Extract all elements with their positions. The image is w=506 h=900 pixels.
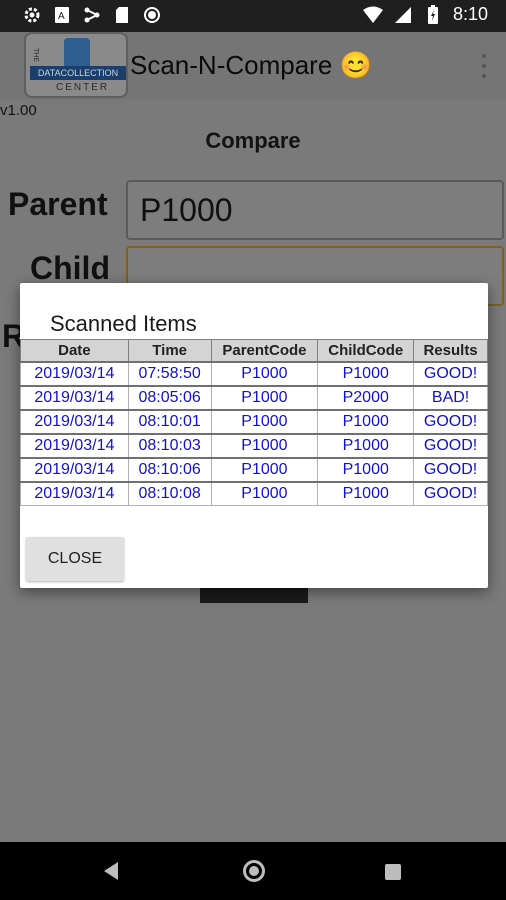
svg-text:A: A (58, 11, 65, 22)
column-header-parentcode: ParentCode (210, 339, 319, 362)
table-row: 2019/03/14 08:10:01 P1000 P1000 GOOD! (20, 408, 488, 434)
cell-childcode: P2000 (317, 384, 415, 410)
scanned-items-dialog: Scanned Items Date Time ParentCode Child… (20, 283, 488, 588)
cell-childcode: P1000 (317, 408, 415, 434)
logo-band-text: DATACOLLECTION (30, 66, 126, 80)
column-header-date: Date (20, 339, 129, 362)
cell-time: 07:58:50 (127, 360, 212, 386)
cell-result: GOOD! (413, 408, 488, 434)
cell-date: 2019/03/14 (20, 432, 129, 458)
table-header-row: Date Time ParentCode ChildCode Results (20, 339, 488, 362)
cell-result: GOOD! (413, 432, 488, 458)
wifi-icon (362, 5, 383, 25)
overflow-menu-icon[interactable] (480, 54, 488, 78)
cell-parentcode: P1000 (210, 408, 319, 434)
cell-time: 08:10:06 (127, 456, 212, 482)
cell-childcode: P1000 (317, 360, 415, 386)
dialog-title: Scanned Items (50, 311, 197, 336)
battery-icon (423, 4, 443, 25)
signal-icon (393, 5, 413, 25)
cell-childcode: P1000 (317, 480, 415, 506)
table-row: 2019/03/14 08:10:08 P1000 P1000 GOOD! (20, 480, 488, 506)
logo-bottom-text: CENTER (56, 82, 110, 93)
cell-parentcode: P1000 (210, 360, 319, 386)
app-bar: THE DATACOLLECTION CENTER Scan-N-Compare… (0, 32, 506, 100)
cell-parentcode: P1000 (210, 432, 319, 458)
app-title: Scan-N-Compare 😊 (130, 50, 372, 80)
clock-time: 8:10 (452, 4, 488, 24)
circle-icon (142, 5, 162, 25)
cell-date: 2019/03/14 (20, 384, 129, 410)
cell-result: GOOD! (413, 480, 488, 506)
cell-date: 2019/03/14 (20, 456, 129, 482)
cell-date: 2019/03/14 (20, 480, 129, 506)
table-row: 2019/03/14 08:10:06 P1000 P1000 GOOD! (20, 456, 488, 482)
back-icon[interactable] (104, 862, 118, 880)
settings-icon (22, 5, 42, 25)
navigation-bar (0, 842, 506, 900)
cell-time: 08:10:03 (127, 432, 212, 458)
child-label: Child (30, 250, 110, 286)
parent-label: Parent (8, 186, 108, 222)
sd-card-icon (112, 5, 132, 25)
column-header-results: Results (413, 339, 488, 362)
status-left-icons: A (22, 5, 162, 25)
app-logo: THE DATACOLLECTION CENTER (24, 32, 128, 98)
cell-parentcode: P1000 (210, 384, 319, 410)
compare-heading: Compare (205, 128, 301, 153)
cell-result: GOOD! (413, 456, 488, 482)
cell-parentcode: P1000 (210, 480, 319, 506)
status-bar: A 8:10 (0, 0, 506, 32)
translate-icon: A (52, 5, 72, 25)
table-row: 2019/03/14 08:05:06 P1000 P2000 BAD! (20, 384, 488, 410)
parent-input[interactable]: P1000 (126, 180, 504, 240)
cell-time: 08:05:06 (127, 384, 212, 410)
cell-parentcode: P1000 (210, 456, 319, 482)
cell-childcode: P1000 (317, 456, 415, 482)
home-icon[interactable] (243, 860, 265, 882)
table-row: 2019/03/14 07:58:50 P1000 P1000 GOOD! (20, 360, 488, 386)
column-header-childcode: ChildCode (317, 339, 415, 362)
close-button[interactable]: CLOSE (26, 537, 124, 581)
cell-time: 08:10:01 (127, 408, 212, 434)
version-label: v1.00 (0, 102, 37, 119)
cell-time: 08:10:08 (127, 480, 212, 506)
logo-top-text: THE (32, 48, 39, 62)
status-right-icons: 8:10 (362, 4, 488, 25)
cell-result: GOOD! (413, 360, 488, 386)
table-row: 2019/03/14 08:10:03 P1000 P1000 GOOD! (20, 432, 488, 458)
recent-apps-icon[interactable] (385, 864, 401, 880)
scanned-items-table: Date Time ParentCode ChildCode Results 2… (20, 339, 488, 506)
cell-date: 2019/03/14 (20, 360, 129, 386)
cell-result: BAD! (413, 384, 488, 410)
cell-childcode: P1000 (317, 432, 415, 458)
column-header-time: Time (127, 339, 212, 362)
network-icon (82, 5, 102, 25)
cell-date: 2019/03/14 (20, 408, 129, 434)
